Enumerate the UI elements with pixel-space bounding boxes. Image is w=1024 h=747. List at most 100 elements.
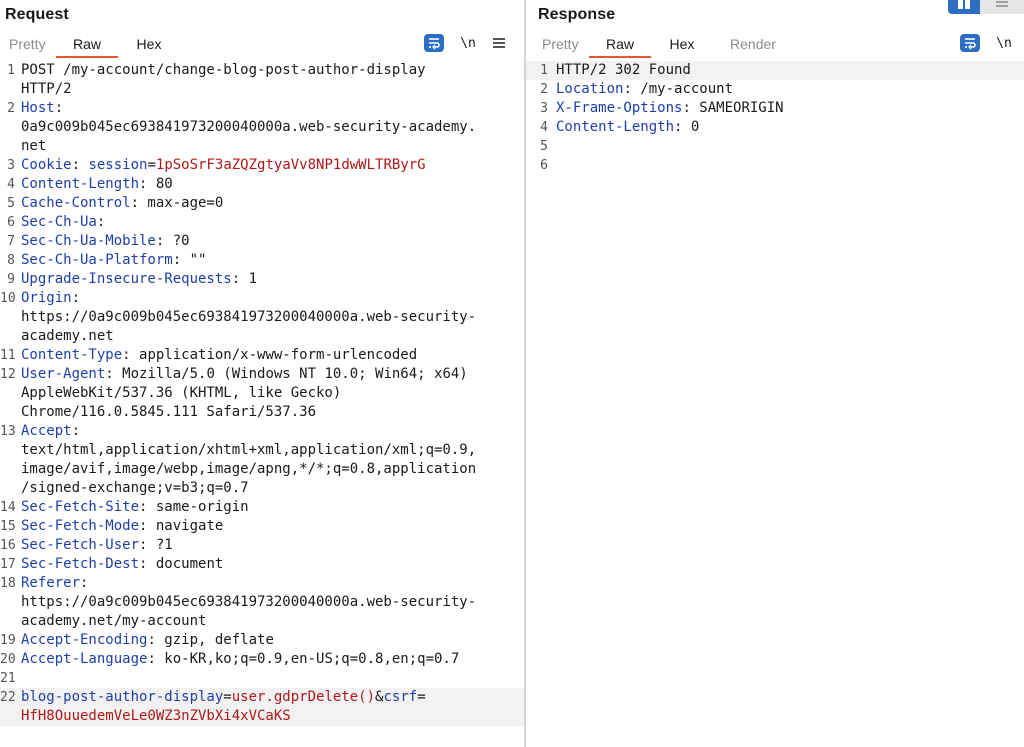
code-text: academy.net/my-account — [21, 613, 207, 629]
code-line-wrap[interactable]: https://0a9c009b045ec693841973200040000a… — [0, 308, 524, 327]
code-text: : ?1 — [139, 537, 173, 553]
response-tabs: Pretty Raw Hex Render — [533, 33, 793, 58]
line-number: 3 — [540, 101, 548, 116]
header-name: User-Agent — [21, 366, 106, 382]
line-number: 21 — [0, 671, 16, 686]
code-line-wrap[interactable]: HTTP/2 — [0, 80, 524, 99]
response-tab-render[interactable]: Render — [713, 33, 793, 57]
param-value: HfH8OuuedemVeLe0WZ3nZVbXi4xVCaKS — [21, 708, 291, 724]
code-line[interactable]: 15 Sec-Fetch-Mode: navigate — [0, 517, 524, 536]
code-line[interactable]: 14 Sec-Fetch-Site: same-origin — [0, 498, 524, 517]
code-line-wrap[interactable]: image/avif,image/webp,image/apng,*/*;q=0… — [0, 460, 524, 479]
line-number: 20 — [0, 652, 16, 667]
header-name: blog-post-author-display — [21, 689, 224, 705]
code-line[interactable]: 11 Content-Type: application/x-www-form-u… — [0, 346, 524, 365]
code-text: AppleWebKit/537.36 (KHTML, like Gecko) — [21, 385, 342, 401]
request-tab-raw[interactable]: Raw — [56, 33, 118, 58]
code-line[interactable]: 17 Sec-Fetch-Dest: document — [0, 555, 524, 574]
code-line[interactable]: 19 Accept-Encoding: gzip, deflate — [0, 631, 524, 650]
header-name: Origin — [21, 290, 72, 306]
code-text: : "" — [172, 252, 207, 268]
code-line-wrap[interactable]: academy.net/my-account — [0, 612, 524, 631]
code-line[interactable]: 10 Origin: — [0, 289, 524, 308]
request-show-newlines-button[interactable]: \n — [458, 33, 478, 53]
code-line-wrap[interactable]: https://0a9c009b045ec693841973200040000a… — [0, 593, 524, 612]
code-line[interactable]: 1 POST /my-account/change-blog-post-autho… — [0, 61, 524, 80]
code-line[interactable]: 4 Content-Length: 80 — [0, 175, 524, 194]
code-line-wrap[interactable]: text/html,application/xhtml+xml,applicat… — [0, 441, 524, 460]
code-line-wrap[interactable]: academy.net — [0, 327, 524, 346]
response-editor[interactable]: 1 HTTP/2 302 Found 2 Location: /my-account 3… — [526, 61, 1024, 747]
code-line[interactable]: 5 — [526, 137, 1024, 156]
code-line[interactable]: 8 Sec-Ch-Ua-Platform: "" — [0, 251, 524, 270]
code-line-wrap[interactable]: Chrome/116.0.5845.111 Safari/537.36 — [0, 403, 524, 422]
http-editor-window: Request Pretty Raw Hex \n 1 POST /my-acc… — [0, 0, 1024, 747]
response-show-newlines-button[interactable]: \n — [994, 33, 1014, 53]
code-line[interactable]: 13 Accept: — [0, 422, 524, 441]
response-tab-raw[interactable]: Raw — [589, 33, 651, 58]
code-text: academy.net — [21, 328, 114, 344]
param-value: 1pSoSrF3aZQZgtyaVv8NP1dwWLTRByrG — [155, 157, 426, 173]
header-name: Content-Type — [21, 347, 123, 363]
response-tab-pretty[interactable]: Pretty — [533, 33, 589, 57]
response-tab-hex[interactable]: Hex — [651, 33, 713, 57]
code-text: : 0 — [674, 119, 700, 135]
code-line[interactable]: 16 Sec-Fetch-User: ?1 — [0, 536, 524, 555]
code-text: : Mozilla/5.0 (Windows NT 10.0; Win64; x… — [105, 366, 468, 382]
line-number: 16 — [0, 538, 16, 553]
columns-icon — [958, 0, 970, 9]
line-number: 4 — [540, 120, 548, 135]
code-line-wrap[interactable]: AppleWebKit/537.36 (KHTML, like Gecko) — [0, 384, 524, 403]
header-name: Sec-Ch-Ua-Platform — [21, 252, 173, 268]
code-text: : SAMEORIGIN — [682, 100, 784, 116]
code-line-wrap[interactable]: /signed-exchange;v=b3;q=0.7 — [0, 479, 524, 498]
header-name: Sec-Ch-Ua-Mobile — [21, 233, 156, 249]
code-line[interactable]: 12 User-Agent: Mozilla/5.0 (Windows NT 10… — [0, 365, 524, 384]
param-value: user.gdprDelete() — [231, 689, 376, 705]
response-wrap-lines-button[interactable] — [960, 33, 980, 53]
code-line-wrap[interactable]: net — [0, 137, 524, 156]
line-number: 18 — [0, 576, 16, 591]
code-line[interactable]: 1 HTTP/2 302 Found — [526, 61, 1024, 80]
request-editor[interactable]: 1 POST /my-account/change-blog-post-autho… — [0, 61, 524, 747]
line-number: 12 — [0, 367, 16, 382]
line-number: 9 — [7, 272, 15, 287]
code-line[interactable]: 6 Sec-Ch-Ua: — [0, 213, 524, 232]
header-name: Host — [21, 100, 55, 116]
code-text: : — [71, 157, 89, 173]
code-line[interactable]: 21 — [0, 669, 524, 688]
code-line-wrap[interactable]: 0a9c009b045ec693841973200040000a.web-sec… — [0, 118, 524, 137]
request-tab-pretty[interactable]: Pretty — [0, 33, 56, 57]
code-line[interactable]: 3 Cookie: session=1pSoSrF3aZQZgtyaVv8NP1d… — [0, 156, 524, 175]
code-line[interactable]: 5 Cache-Control: max-age=0 — [0, 194, 524, 213]
header-name: X-Frame-Options — [556, 100, 683, 116]
request-tab-hex[interactable]: Hex — [118, 33, 180, 57]
code-text: net — [21, 138, 47, 154]
code-line[interactable]: 6 — [526, 156, 1024, 175]
code-text: : same-origin — [139, 499, 249, 515]
code-line[interactable]: 20 Accept-Language: ko-KR,ko;q=0.9,en-US;… — [0, 650, 524, 669]
header-name: Content-Length — [21, 176, 140, 192]
code-text: : max-age=0 — [130, 195, 224, 211]
request-menu-icon[interactable] — [490, 33, 508, 53]
header-name: Sec-Fetch-Mode — [21, 518, 140, 534]
code-line[interactable]: 9 Upgrade-Insecure-Requests: 1 — [0, 270, 524, 289]
code-text: : ko-KR,ko;q=0.9,en-US;q=0.8,en;q=0.7 — [147, 651, 460, 667]
code-line[interactable]: 4 Content-Length: 0 — [526, 118, 1024, 137]
code-line-wrap[interactable]: HfH8OuuedemVeLe0WZ3nZVbXi4xVCaKS — [0, 707, 524, 726]
wrap-lines-icon — [424, 34, 444, 52]
side-by-side-layout-button[interactable] — [948, 0, 980, 14]
stacked-layout-button[interactable] — [980, 0, 1024, 14]
code-line[interactable]: 2 Location: /my-account — [526, 80, 1024, 99]
code-text: : 1 — [231, 271, 258, 287]
code-line[interactable]: 3 X-Frame-Options: SAMEORIGIN — [526, 99, 1024, 118]
code-line[interactable]: 7 Sec-Ch-Ua-Mobile: ?0 — [0, 232, 524, 251]
request-wrap-lines-button[interactable] — [424, 33, 444, 53]
code-text: : — [71, 290, 81, 306]
code-line[interactable]: 22 blog-post-author-display=user.gdprDele… — [0, 688, 524, 707]
code-line[interactable]: 18 Referer: — [0, 574, 524, 593]
code-text: : application/x-www-form-urlencoded — [122, 347, 418, 363]
code-line[interactable]: 2 Host: — [0, 99, 524, 118]
line-number: 6 — [7, 215, 15, 230]
code-text: /signed-exchange;v=b3;q=0.7 — [21, 480, 249, 496]
